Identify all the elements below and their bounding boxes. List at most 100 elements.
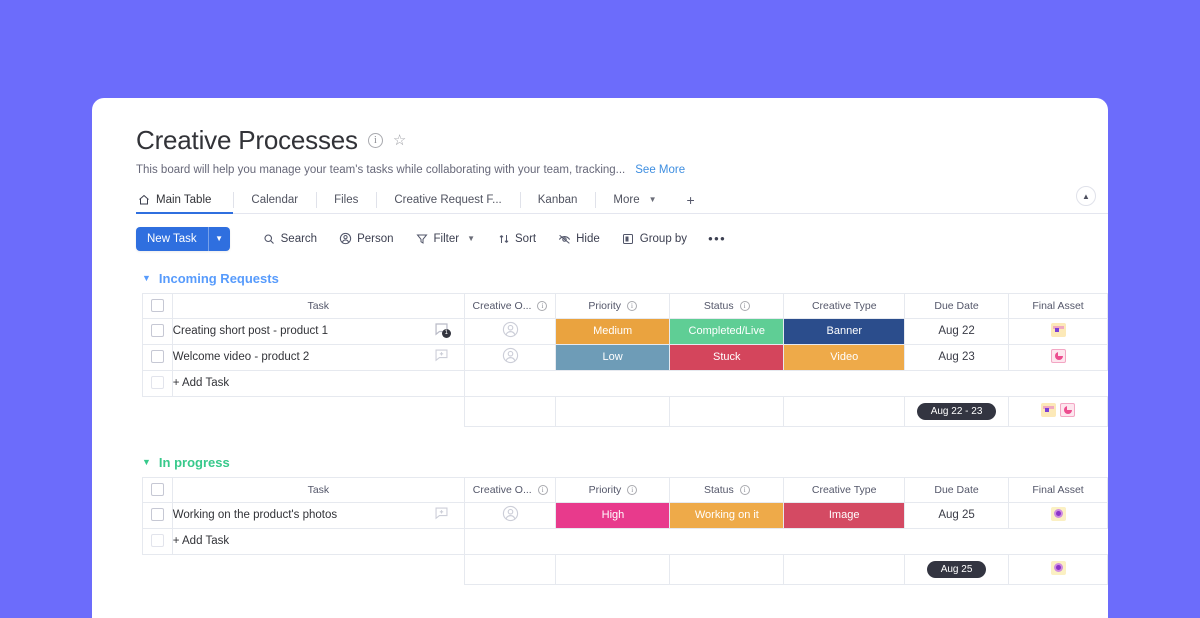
- board-toolbar: New Task ▼ Search Person Filter ▼: [92, 214, 1108, 251]
- row-status-cell[interactable]: Working on it: [670, 502, 784, 528]
- view-tabs: Main Table Calendar Files Creative Reque…: [136, 187, 1108, 214]
- column-header-priority[interactable]: Priorityi: [556, 477, 670, 502]
- row-chat-cell[interactable]: [419, 344, 465, 370]
- home-icon: [138, 194, 150, 206]
- tab-calendar[interactable]: Calendar: [233, 187, 316, 213]
- asset-thumbnail: [1051, 349, 1066, 363]
- summary-due-date-cell: Aug 25: [905, 554, 1009, 584]
- row-priority-cell[interactable]: High: [556, 502, 670, 528]
- tab-kanban[interactable]: Kanban: [520, 187, 596, 213]
- person-button[interactable]: Person: [328, 228, 404, 250]
- filter-icon: [416, 232, 429, 245]
- asset-thumbnail: [1041, 403, 1056, 417]
- add-task-row[interactable]: + Add Task: [136, 370, 1108, 396]
- column-header-creative-owner[interactable]: Creative O...i: [465, 477, 556, 502]
- column-label: Creative Type: [812, 300, 877, 312]
- collapse-header-button[interactable]: ▲: [1076, 186, 1096, 206]
- person-placeholder-icon: [502, 355, 519, 367]
- row-task-name[interactable]: Creating short post - product 1: [172, 318, 419, 344]
- group-title-row[interactable]: ▼ In progress: [142, 455, 1108, 470]
- row-status-cell[interactable]: Stuck: [670, 344, 784, 370]
- summary-type-cell: [784, 396, 905, 426]
- new-task-dropdown-icon[interactable]: ▼: [208, 227, 230, 251]
- row-due-date-cell[interactable]: Aug 23: [905, 344, 1009, 370]
- column-header-status[interactable]: Statusi: [670, 477, 784, 502]
- row-chat-cell[interactable]: [419, 502, 465, 528]
- row-status-cell[interactable]: Completed/Live: [670, 318, 784, 344]
- group-by-icon: [622, 232, 635, 245]
- add-tab-button[interactable]: +: [675, 187, 707, 213]
- row-checkbox-cell[interactable]: [143, 318, 173, 344]
- column-header-final-asset[interactable]: Final Asset: [1009, 293, 1108, 318]
- row-creative-type-cell[interactable]: Video: [784, 344, 905, 370]
- add-task-row[interactable]: + Add Task: [136, 528, 1108, 554]
- tab-label: Main Table: [156, 194, 211, 206]
- select-all-checkbox-cell[interactable]: [143, 477, 173, 502]
- row-creative-type-cell[interactable]: Banner: [784, 318, 905, 344]
- add-task-button[interactable]: + Add Task: [172, 528, 464, 554]
- new-task-button-group[interactable]: New Task ▼: [136, 227, 230, 251]
- row-final-asset-cell[interactable]: [1009, 502, 1108, 528]
- select-all-checkbox: [151, 299, 164, 312]
- info-circle-icon: i: [627, 485, 637, 495]
- see-more-link[interactable]: See More: [635, 164, 685, 176]
- hide-button[interactable]: Hide: [547, 228, 611, 250]
- row-chat-cell[interactable]: 1: [419, 318, 465, 344]
- table-row[interactable]: Welcome video - product 2 Low Stuck Vide…: [136, 344, 1108, 370]
- column-header-task[interactable]: Task: [172, 477, 464, 502]
- search-icon: [263, 232, 276, 245]
- row-owner-cell[interactable]: [464, 318, 555, 344]
- star-icon[interactable]: ☆: [393, 133, 406, 148]
- column-header-due-date[interactable]: Due Date: [905, 293, 1009, 318]
- column-header-priority[interactable]: Priorityi: [556, 293, 670, 318]
- chevron-down-icon[interactable]: ▼: [142, 457, 151, 467]
- toolbar-label: Filter: [434, 233, 460, 245]
- board-table-in-progress: Task Creative O...i Priorityi Statusi Cr…: [136, 477, 1108, 585]
- column-header-due-date[interactable]: Due Date: [905, 477, 1009, 502]
- column-header-status[interactable]: Statusi: [670, 293, 784, 318]
- column-header-creative-owner[interactable]: Creative O...i: [464, 293, 555, 318]
- group-title-row[interactable]: ▼ Incoming Requests: [142, 271, 1108, 286]
- row-priority-cell[interactable]: Medium: [556, 318, 670, 344]
- add-task-button[interactable]: + Add Task: [172, 370, 464, 396]
- table-row[interactable]: Creating short post - product 1 1 Medium…: [136, 318, 1108, 344]
- more-options-button[interactable]: •••: [698, 231, 736, 246]
- tab-files[interactable]: Files: [316, 187, 376, 213]
- new-task-button[interactable]: New Task: [136, 227, 208, 251]
- chat-bubble-add-icon[interactable]: [433, 348, 450, 363]
- column-label: Creative O...: [473, 484, 532, 496]
- summary-asset-cell: [1009, 396, 1108, 426]
- row-due-date-cell[interactable]: Aug 22: [905, 318, 1009, 344]
- row-task-name[interactable]: Welcome video - product 2: [172, 344, 419, 370]
- row-owner-cell[interactable]: [464, 344, 555, 370]
- board-header: Creative Processes i ☆ This board will h…: [92, 98, 1108, 214]
- row-checkbox: [151, 350, 164, 363]
- row-priority-cell[interactable]: Low: [556, 344, 670, 370]
- tab-creative-request-form[interactable]: Creative Request F...: [376, 187, 519, 213]
- row-final-asset-cell[interactable]: [1009, 318, 1108, 344]
- column-header-final-asset[interactable]: Final Asset: [1009, 477, 1108, 502]
- info-circle-icon[interactable]: i: [368, 133, 383, 148]
- asset-thumbnail: [1051, 323, 1066, 337]
- column-header-creative-type[interactable]: Creative Type: [784, 293, 905, 318]
- column-header-task[interactable]: Task: [172, 293, 464, 318]
- column-header-creative-type[interactable]: Creative Type: [784, 477, 905, 502]
- tab-more[interactable]: More ▼: [595, 187, 674, 213]
- chat-bubble-add-icon[interactable]: [433, 506, 450, 521]
- row-checkbox-cell[interactable]: [143, 502, 173, 528]
- tab-main-table[interactable]: Main Table: [136, 187, 233, 213]
- sort-button[interactable]: Sort: [486, 228, 547, 250]
- group-by-button[interactable]: Group by: [611, 228, 698, 250]
- search-button[interactable]: Search: [252, 228, 328, 250]
- row-creative-type-cell[interactable]: Image: [784, 502, 905, 528]
- chevron-down-icon[interactable]: ▼: [142, 273, 151, 283]
- table-row[interactable]: Working on the product's photos High Wor…: [136, 502, 1108, 528]
- row-checkbox-cell[interactable]: [143, 344, 173, 370]
- row-due-date-cell[interactable]: Aug 25: [905, 502, 1009, 528]
- chat-bubble-icon[interactable]: 1: [433, 322, 450, 337]
- row-final-asset-cell[interactable]: [1009, 344, 1108, 370]
- row-owner-cell[interactable]: [465, 502, 556, 528]
- select-all-checkbox-cell[interactable]: [143, 293, 173, 318]
- filter-button[interactable]: Filter ▼: [405, 228, 486, 250]
- row-task-name[interactable]: Working on the product's photos: [172, 502, 419, 528]
